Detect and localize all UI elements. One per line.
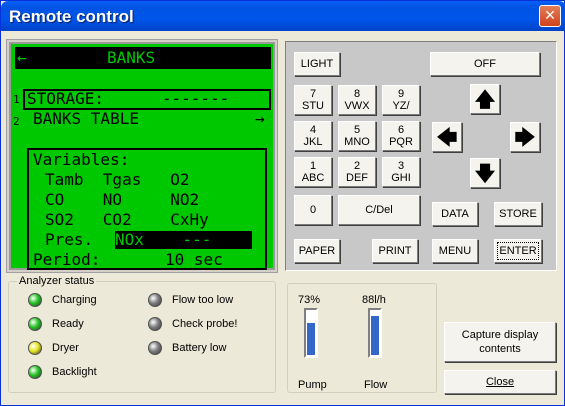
meters-group: 73% Pump 88l/h Flow: [287, 283, 437, 393]
variables-row-2: CO NO NO2: [45, 190, 200, 209]
key-8[interactable]: 8 VWX: [338, 85, 376, 115]
flow-gauge-fill: [371, 316, 379, 355]
key-4-number: 4: [309, 124, 317, 136]
title-bar[interactable]: Remote control ✕: [1, 1, 565, 31]
key-4-letters: JKL: [303, 136, 323, 148]
pump-label: Pump: [298, 379, 327, 391]
lcd-display: ← BANKS 1 STORAGE: ------- 2 BANKS TABLE…: [9, 42, 275, 270]
status-led-icon: [28, 317, 42, 331]
flow-label: Flow: [364, 379, 388, 391]
window-title: Remote control: [9, 7, 134, 26]
period-value: 10 sec: [165, 250, 223, 269]
key-7-number: 7: [309, 88, 317, 100]
status-led-label: Charging: [52, 294, 97, 306]
lcd-line-storage: STORAGE: -------: [27, 89, 230, 108]
analyzer-status-title: Analyzer status: [17, 275, 97, 287]
key-9-number: 9: [397, 88, 405, 100]
status-led-label: Dryer: [52, 342, 79, 354]
paper-button[interactable]: PAPER: [294, 239, 340, 263]
line2-number: 2: [13, 115, 20, 128]
key-1[interactable]: 1 ABC: [294, 157, 332, 187]
flow-value: 88l/h: [362, 294, 386, 306]
back-arrow-icon: ←: [17, 48, 27, 67]
light-button[interactable]: LIGHT: [294, 52, 340, 76]
status-led-label: Flow too low: [172, 294, 234, 306]
arrow-left-icon[interactable]: 🡄: [432, 122, 462, 152]
lcd-line-banks-table: BANKS TABLE: [33, 109, 139, 128]
window-close-button[interactable]: ✕: [539, 5, 561, 27]
capture-display-button[interactable]: Capture display contents: [444, 322, 556, 362]
key-3-number: 3: [397, 160, 405, 172]
key-0[interactable]: 0: [294, 195, 332, 225]
key-6[interactable]: 6 PQR: [382, 121, 420, 151]
key-2-letters: DEF: [346, 172, 368, 184]
arrow-down-icon[interactable]: 🡇: [470, 158, 500, 188]
status-led-label: Check probe!: [172, 318, 238, 330]
key-6-letters: PQR: [389, 136, 413, 148]
status-led-icon: [148, 293, 162, 307]
status-led-icon: [28, 341, 42, 355]
key-6-number: 6: [397, 124, 405, 136]
key-7-letters: STU: [302, 100, 324, 112]
key-5-number: 5: [353, 124, 361, 136]
forward-arrow-icon: →: [255, 109, 265, 128]
key-4[interactable]: 4 JKL: [294, 121, 332, 151]
variables-row-4-selected: NOx ---: [115, 231, 252, 249]
remote-control-window: Remote control ✕ ← BANKS 1 STORAGE: ----…: [0, 0, 565, 406]
key-8-number: 8: [353, 88, 361, 100]
key-1-number: 1: [309, 160, 317, 172]
key-9[interactable]: 9 YZ/: [382, 85, 420, 115]
variables-row-4-label: Pres.: [45, 230, 94, 249]
variables-row-1: Tamb Tgas O2: [45, 170, 190, 189]
key-2[interactable]: 2 DEF: [338, 157, 376, 187]
status-led-label: Backlight: [52, 366, 97, 378]
off-button[interactable]: OFF: [430, 52, 540, 76]
status-led-label: Ready: [52, 318, 84, 330]
key-1-letters: ABC: [301, 172, 325, 184]
lcd-header-bar: ← BANKS: [15, 47, 271, 69]
data-button[interactable]: DATA: [432, 202, 478, 226]
arrow-up-icon[interactable]: 🡅: [470, 84, 500, 114]
key-7[interactable]: 7 STU: [294, 85, 332, 115]
close-button[interactable]: Close: [444, 370, 556, 394]
arrow-right-icon[interactable]: 🡆: [510, 122, 540, 152]
keypad-panel: LIGHT OFF 7 STU 8 VWX 9 YZ/ 4 JKL 5 MNO 6 PQR …: [285, 41, 557, 271]
key-3[interactable]: 3 GHI: [382, 157, 420, 187]
menu-button[interactable]: MENU: [432, 239, 478, 263]
pump-gauge: [304, 308, 318, 358]
key-8-letters: VWX: [344, 100, 370, 112]
status-led-icon: [148, 341, 162, 355]
variables-title: Variables:: [33, 150, 130, 169]
key-2-number: 2: [353, 160, 361, 172]
pump-value: 73%: [298, 294, 321, 306]
status-led-icon: [28, 293, 42, 307]
key-5[interactable]: 5 MNO: [338, 121, 376, 151]
print-button[interactable]: PRINT: [372, 239, 418, 263]
line1-number: 1: [13, 93, 20, 106]
key-3-letters: GHI: [391, 172, 411, 184]
pump-gauge-fill: [307, 322, 315, 355]
period-label: Period:: [33, 250, 101, 269]
lcd-header: BANKS: [107, 48, 156, 67]
flow-gauge: [368, 308, 382, 358]
key-5-letters: MNO: [344, 136, 370, 148]
variables-row-3: SO2 CO2 CxHy: [45, 210, 209, 229]
status-led-icon: [148, 317, 162, 331]
key-9-letters: YZ/: [392, 100, 410, 112]
enter-button[interactable]: ENTER: [494, 239, 542, 263]
analyzer-status-group: [8, 281, 276, 393]
clear-delete-button[interactable]: C/Del: [338, 195, 420, 225]
status-led-label: Battery low: [172, 342, 227, 354]
status-led-icon: [28, 365, 42, 379]
store-button[interactable]: STORE: [494, 202, 542, 226]
